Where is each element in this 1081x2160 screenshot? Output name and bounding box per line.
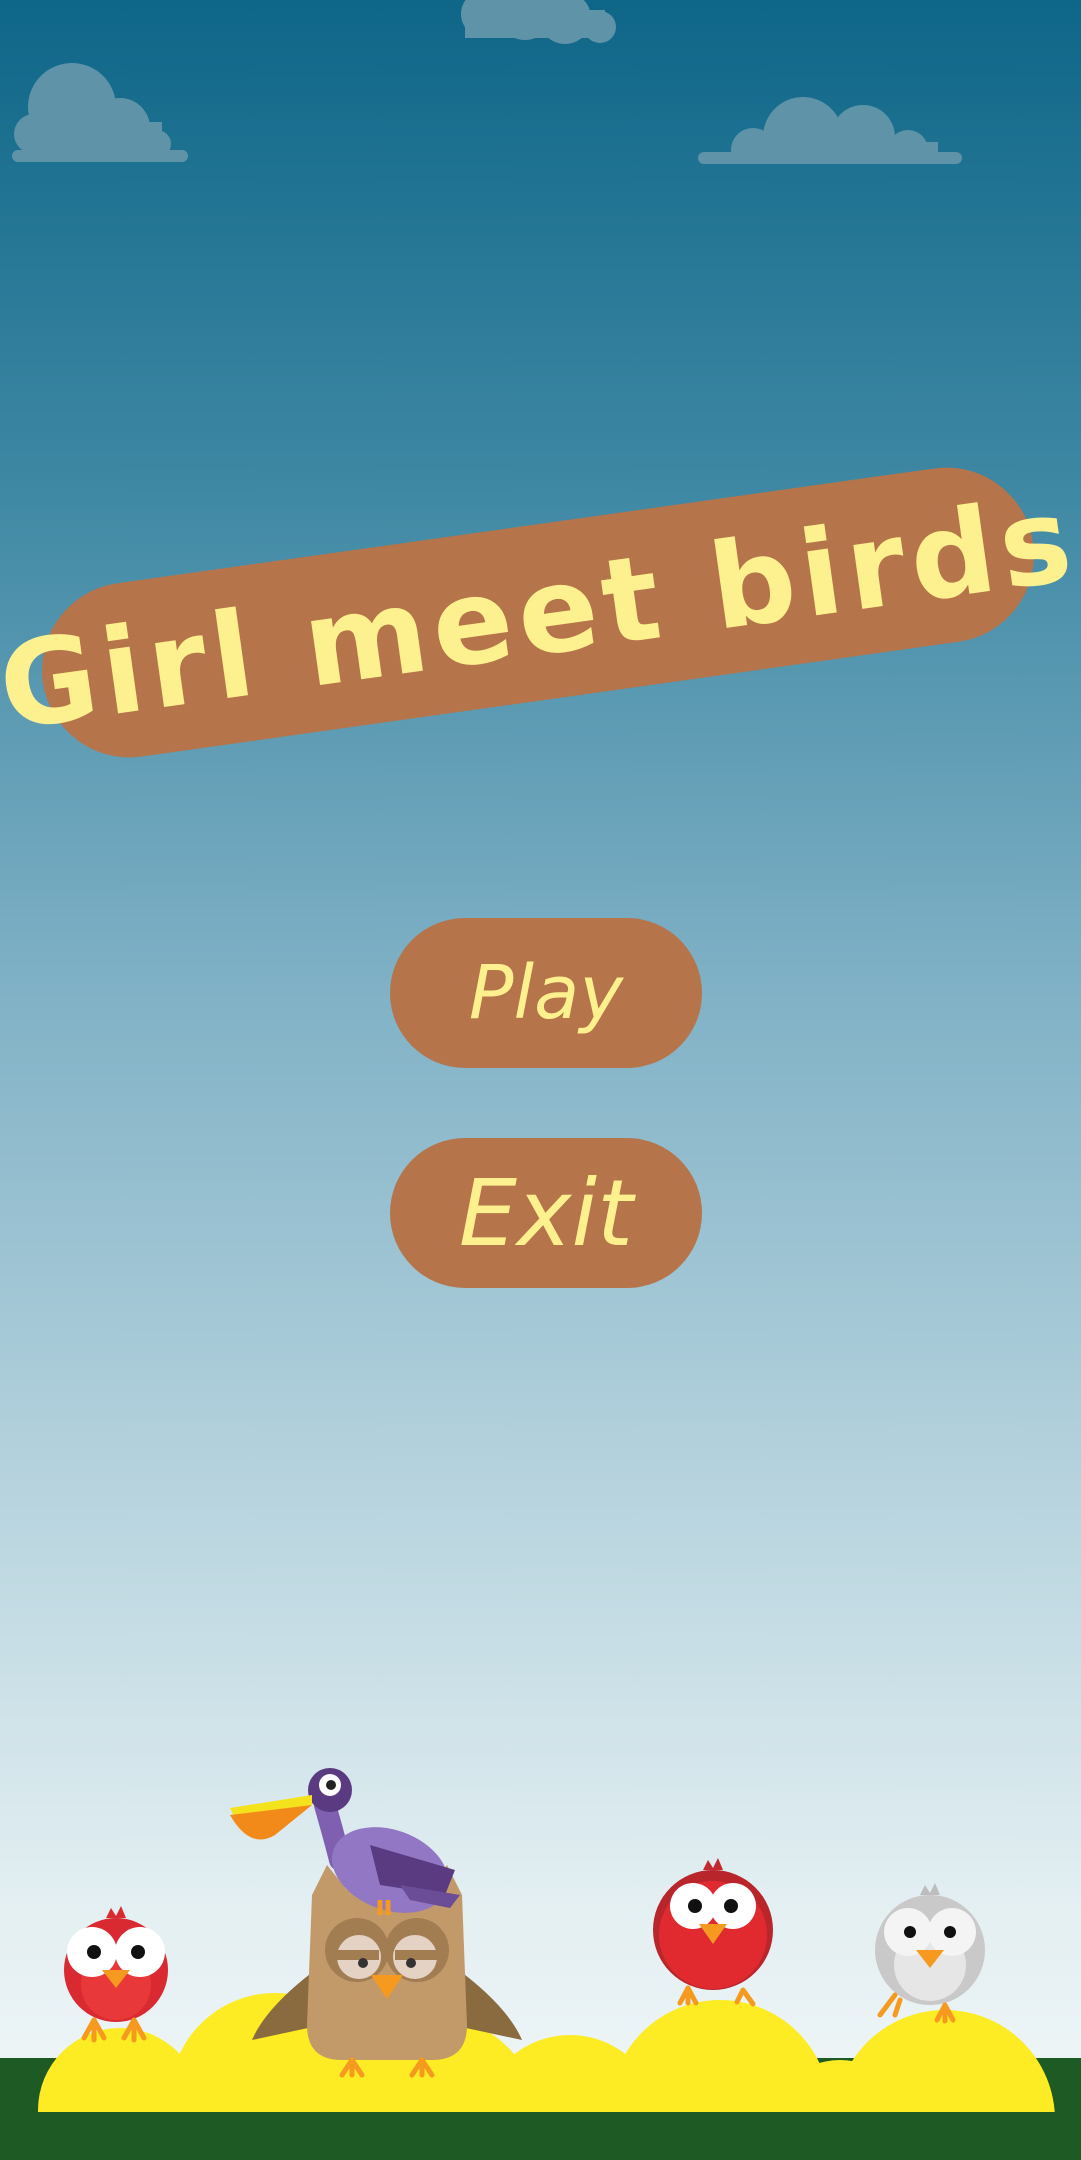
red-bird-left	[64, 1906, 168, 2043]
game-title: Girl meet birds	[0, 468, 1081, 757]
ground-scene	[0, 1768, 1081, 2160]
play-button[interactable]: Play	[390, 918, 702, 1068]
game-menu-screen: Girl meet birds Play Exit	[0, 0, 1081, 2160]
cloud-top	[461, 0, 616, 44]
cloud-left	[12, 63, 188, 162]
gray-bird	[875, 1883, 985, 2024]
cloud-right	[698, 97, 962, 164]
title-banner: Girl meet birds	[0, 456, 1081, 769]
exit-button[interactable]: Exit	[390, 1138, 702, 1288]
red-bird-right	[653, 1858, 773, 2007]
